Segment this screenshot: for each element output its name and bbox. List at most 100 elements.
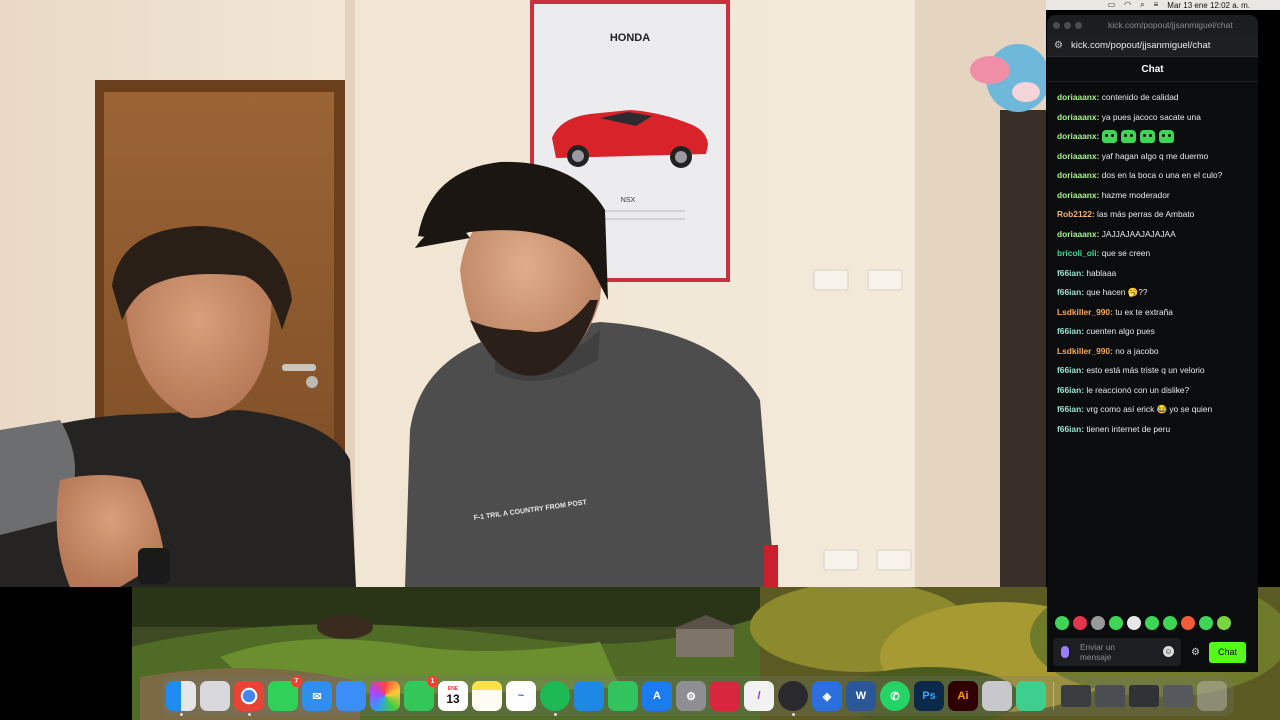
illustrator-icon[interactable]: Ai [948,681,978,711]
obs-icon[interactable] [778,681,808,716]
messages-icon[interactable]: 7 [268,676,302,711]
control-center-icon[interactable]: ≡ [1154,0,1159,10]
chat-message-input[interactable]: Enviar un mensaje ☺ [1053,638,1181,666]
black-letterbox [0,587,132,720]
photoshop-icon[interactable]: Ps [914,681,944,711]
zoom-window-button[interactable] [1075,21,1082,29]
quick-emote-icon[interactable] [1091,616,1105,630]
stream-video[interactable]: HONDA NSX F-1 TRIL A COUNTRY FROM POST [0,0,1046,587]
menubar-clock[interactable]: Mar 13 ene 12:02 a. m. [1167,1,1250,10]
window-title: kick.com/popout/jjsanmiguel/chat [1108,20,1233,30]
chat-message: Rob2122: las más perras de Ambato [1057,205,1258,225]
trash-icon[interactable] [1197,681,1227,711]
chat-message-text: tienen internet de peru [1086,423,1171,434]
facetime-icon[interactable]: 1 [404,676,438,711]
chat-message-text: las más perras de Ambato [1097,209,1195,219]
chat-message: f66ian: le reaccionó con un dislike? [1057,381,1258,401]
chat-message: f66ian: esto está más triste q un velori… [1057,361,1258,381]
emoji-picker-icon[interactable]: ☺ [1163,646,1174,657]
chat-username[interactable]: f66ian: [1057,404,1084,414]
chat-username[interactable]: f66ian: [1057,268,1084,278]
frog-emote-icon [1139,130,1155,144]
chat-message-text: JAJJAJAAJAJAJAA [1101,228,1176,239]
spotlight-icon[interactable]: ⌕ [1140,0,1144,10]
url-bar[interactable]: ⚙ kick.com/popout/jjsanmiguel/chat [1047,35,1258,57]
chat-username[interactable]: f66ian: [1057,287,1084,297]
battery-icon[interactable]: ▭ [1108,0,1116,10]
chat-message-text: tu ex te extraña [1115,306,1173,317]
quick-emote-icon[interactable] [1217,616,1231,630]
chat-username[interactable]: bricoli_oli: [1057,248,1099,258]
quick-emote-icon[interactable] [1199,616,1213,630]
minimized-window-thumbnail[interactable] [1061,685,1091,707]
running-indicator [554,713,557,716]
macos-menubar: ▭ ◠ ⌕ ≡ Mar 13 ene 12:02 a. m. [1046,0,1280,10]
game-controller-icon[interactable]: ◈ [812,681,842,711]
chat-username[interactable]: Lsdkiller_990: [1057,307,1113,317]
quick-emote-icon[interactable] [1181,616,1195,630]
quick-emote-icon[interactable] [1145,616,1159,630]
wifi-icon[interactable]: ◠ [1124,0,1131,10]
spotify-icon[interactable] [540,681,570,716]
quick-emote-icon[interactable] [1055,616,1069,630]
maps-icon[interactable] [336,681,366,711]
chat-input-placeholder: Enviar un mensaje [1080,642,1116,662]
chat-message-text: no a jacobo [1115,345,1159,356]
finder-icon[interactable] [166,681,196,716]
microphone-icon[interactable] [1061,646,1069,658]
quick-emote-icon[interactable] [1163,616,1177,630]
quick-emote-icon[interactable] [1073,616,1087,630]
chat-message: doriaaanx: [1057,127,1258,147]
chat-message-text: vrg como así erick 😂 yo se quien [1086,404,1213,414]
chat-username[interactable]: doriaaanx: [1057,151,1099,161]
chat-username[interactable]: f66ian: [1057,326,1084,336]
chat-settings-gear-icon[interactable]: ⚙ [1191,647,1200,658]
mail-icon[interactable]: ✉ [302,681,332,711]
close-window-button[interactable] [1053,21,1060,29]
photos-icon[interactable] [370,681,400,711]
quick-emote-icon[interactable] [1127,616,1141,630]
chat-message: doriaaanx: contenido de calidad [1057,88,1258,108]
whatsapp-icon[interactable]: ✆ [880,681,910,711]
window-titlebar[interactable]: kick.com/popout/jjsanmiguel/chat [1047,15,1258,35]
numbers-icon[interactable] [608,681,638,711]
chat-username[interactable]: doriaaanx: [1057,170,1099,180]
chat-message-text: hablaaa [1086,267,1117,278]
freeform-icon[interactable]: ~ [506,681,536,711]
chat-username[interactable]: doriaaanx: [1057,229,1099,239]
chat-message-text: esto está más triste q un velorio [1086,365,1205,375]
keynote-icon[interactable] [574,681,604,711]
minimize-window-button[interactable] [1064,21,1071,29]
send-chat-button[interactable]: Chat [1208,641,1246,663]
green-app-icon[interactable] [1016,681,1046,711]
chat-username[interactable]: Lsdkiller_990: [1057,346,1113,356]
chat-message-list[interactable]: doriaaanx: contenido de calidad doriaaanx… [1047,82,1258,439]
system-settings-icon[interactable]: ⚙ [676,681,706,711]
word-icon[interactable]: W [846,681,876,711]
running-indicator [792,713,795,716]
minimized-window-thumbnail[interactable] [1095,685,1125,707]
red-app-icon[interactable] [710,681,740,711]
chat-username[interactable]: doriaaanx: [1057,92,1099,102]
notes-icon[interactable] [472,681,502,711]
chrome-icon[interactable] [234,681,264,716]
chat-message-text: contenido de calidad [1101,92,1179,102]
chat-username[interactable]: doriaaanx: [1057,112,1099,122]
chat-username[interactable]: Rob2122: [1057,209,1095,219]
site-settings-icon[interactable]: ⚙ [1054,40,1063,51]
chat-username[interactable]: f66ian: [1057,385,1084,395]
chat-username[interactable]: f66ian: [1057,365,1084,375]
chat-username[interactable]: doriaaanx: [1057,131,1099,141]
preview-icon[interactable] [982,681,1012,711]
minimized-window-thumbnail[interactable] [1129,685,1159,707]
quick-emote-icon[interactable] [1109,616,1123,630]
calendar-icon[interactable]: ENE 13 [438,681,468,711]
app-store-icon[interactable]: A [642,681,672,711]
calendar-day: 13 [446,692,460,706]
chat-username[interactable]: f66ian: [1057,424,1084,434]
url-text[interactable]: kick.com/popout/jjsanmiguel/chat [1071,40,1210,51]
pen-app-icon[interactable]: / [744,681,774,711]
minimized-window-thumbnail[interactable] [1163,685,1193,707]
chat-username[interactable]: doriaaanx: [1057,190,1099,200]
launchpad-icon[interactable] [200,681,230,711]
